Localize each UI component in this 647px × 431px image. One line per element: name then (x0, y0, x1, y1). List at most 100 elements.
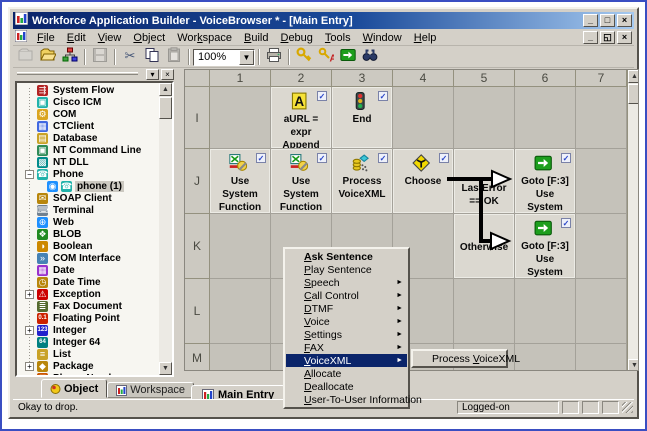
tree-scrollbar[interactable]: ▲ ▼ (159, 83, 172, 375)
open-button[interactable] (37, 48, 59, 67)
expand-expander-icon[interactable]: + (25, 326, 34, 335)
step-enabled-checkbox[interactable]: ✓ (561, 218, 571, 228)
workspace-button[interactable] (59, 48, 81, 67)
menu-file[interactable]: File (31, 31, 61, 45)
context-menu-fax[interactable]: FAX► (286, 341, 407, 354)
tree-item-integer-64[interactable]: 64Integer 64 (17, 336, 159, 348)
step-enabled-checkbox[interactable]: ✓ (256, 153, 266, 163)
tree-item-boolean[interactable]: ◑Boolean (17, 240, 159, 252)
context-menu-play-sentence[interactable]: Play Sentence (286, 263, 407, 276)
tree-item-list[interactable]: ≡List (17, 348, 159, 360)
context-menu-voice[interactable]: Voice► (286, 315, 407, 328)
tree-item-com-interface[interactable]: »COM Interface (17, 252, 159, 264)
context-menu-deallocate[interactable]: Deallocate (286, 380, 407, 393)
tree-item-soap-client[interactable]: ✉SOAP Client (17, 192, 159, 204)
menu-edit[interactable]: Edit (61, 31, 92, 45)
maximize-button[interactable]: □ (600, 14, 615, 27)
submenu-process-voicexml[interactable]: Process VoiceXML (414, 352, 505, 365)
context-menu-dtmf[interactable]: DTMF► (286, 302, 407, 315)
tree-item-nt-command-line[interactable]: ▣NT Command Line (17, 144, 159, 156)
tree-item-phone-number[interactable]: ☏Phone Number (17, 372, 159, 375)
close-button[interactable]: × (617, 14, 632, 27)
grid-scroll-up-button[interactable]: ▲ (628, 70, 639, 83)
panel-splitter[interactable] (176, 68, 184, 398)
panel-grabber[interactable]: ▾ × (15, 69, 174, 80)
tree-item-nt-dll[interactable]: ▩NT DLL (17, 156, 159, 168)
login-button[interactable]: A (315, 48, 337, 67)
context-menu-voicexml[interactable]: VoiceXML► (286, 354, 407, 367)
mdi-restore-button[interactable]: ◱ (600, 31, 615, 44)
key-button[interactable] (293, 48, 315, 67)
expand-expander-icon[interactable]: + (25, 362, 34, 371)
step-use-system-function[interactable]: ✓UseSystemFunction (210, 149, 271, 214)
step-enabled-checkbox[interactable]: ✓ (317, 153, 327, 163)
step-enabled-checkbox[interactable]: ✓ (317, 91, 327, 101)
new-button[interactable] (15, 48, 37, 67)
tree-item-integer[interactable]: +123Integer (17, 324, 159, 336)
tab-object[interactable]: Object (41, 379, 107, 398)
run-button[interactable] (337, 48, 359, 67)
collapse-expander-icon[interactable]: − (25, 170, 34, 179)
tree-scroll-thumb[interactable] (159, 97, 172, 119)
mdi-close-button[interactable]: × (617, 31, 632, 44)
tree-item-date-time[interactable]: ◷Date Time (17, 276, 159, 288)
save-button[interactable] (89, 48, 111, 67)
context-menu-allocate[interactable]: Allocate (286, 367, 407, 380)
panel-close-button[interactable]: × (161, 69, 174, 80)
step-enabled-checkbox[interactable]: ✓ (439, 153, 449, 163)
tree-item-cisco-icm[interactable]: ▣Cisco ICM (17, 96, 159, 108)
context-menu-ask-sentence[interactable]: Ask Sentence (286, 250, 407, 263)
step-choose[interactable]: ✓Choose (393, 149, 454, 214)
step-use-system-function[interactable]: ✓UseSystemFunction (271, 149, 332, 214)
paste-button[interactable] (163, 48, 185, 67)
step-enabled-checkbox[interactable]: ✓ (378, 91, 388, 101)
tree-item-database[interactable]: ▤Database (17, 132, 159, 144)
menu-debug[interactable]: Debug (274, 31, 318, 45)
tree-item-phone-1[interactable]: ◉☎phone (1) (17, 180, 159, 192)
cut-button[interactable]: ✂ (119, 48, 141, 67)
zoom-select[interactable]: 100%▼ (193, 49, 255, 66)
minimize-button[interactable]: _ (583, 14, 598, 27)
tree-item-exception[interactable]: +⚠Exception (17, 288, 159, 300)
panel-menu-button[interactable]: ▾ (146, 69, 159, 80)
print-button[interactable] (263, 48, 285, 67)
step-goto-f-3-use-system[interactable]: ✓Goto [F:3]UseSystem (515, 149, 576, 214)
tree-item-terminal[interactable]: ⌨Terminal (17, 204, 159, 216)
tree-item-ctclient[interactable]: ▦CTClient (17, 120, 159, 132)
context-menu-settings[interactable]: Settings► (286, 328, 407, 341)
step-enabled-checkbox[interactable]: ✓ (561, 153, 571, 163)
menu-object[interactable]: Object (127, 31, 171, 45)
tree-item-package[interactable]: +◆Package (17, 360, 159, 372)
step-lasterror-ok[interactable]: LastError== OK (454, 149, 515, 214)
copy-button[interactable] (141, 48, 163, 67)
tree-item-fax-document[interactable]: ≣Fax Document (17, 300, 159, 312)
grid-vscroll-thumb[interactable] (628, 84, 639, 104)
tree-item-web[interactable]: ⊕Web (17, 216, 159, 228)
expand-expander-icon[interactable]: + (25, 290, 34, 299)
context-menu-speech[interactable]: Speech► (286, 276, 407, 289)
tree-item-floating-point[interactable]: 0.1Floating Point (17, 312, 159, 324)
menu-window[interactable]: Window (357, 31, 408, 45)
tree-item-phone[interactable]: −☎Phone (17, 168, 159, 180)
menu-workspace[interactable]: Workspace (171, 31, 238, 45)
tree-item-com[interactable]: ⚙COM (17, 108, 159, 120)
mdi-minimize-button[interactable]: _ (583, 31, 598, 44)
find-button[interactable] (359, 48, 381, 67)
tree-scroll-down-button[interactable]: ▼ (159, 362, 172, 375)
step-otherwise[interactable]: Otherwise (454, 214, 515, 279)
resize-grip[interactable] (622, 402, 633, 413)
grid-scroll-down-button[interactable]: ▼ (628, 359, 639, 371)
context-menu-call-control[interactable]: Call Control► (286, 289, 407, 302)
zoom-dropdown-button[interactable]: ▼ (239, 50, 254, 65)
step-enabled-checkbox[interactable]: ✓ (378, 153, 388, 163)
menu-tools[interactable]: Tools (319, 31, 357, 45)
menu-view[interactable]: View (92, 31, 128, 45)
step-process-voicexml[interactable]: ✓ProcessVoiceXML (332, 149, 393, 214)
step-goto-f-3-use-system[interactable]: ✓Goto [F:3]UseSystem (515, 214, 576, 279)
tree-scroll-up-button[interactable]: ▲ (159, 83, 172, 96)
step-end[interactable]: ✓End (332, 87, 393, 149)
step-aurl-expr-append[interactable]: ✓AaURL =exprAppend (271, 87, 332, 149)
context-menu-user-to-user-information[interactable]: User-To-User Information (286, 393, 407, 406)
menu-help[interactable]: Help (408, 31, 443, 45)
tree-item-date[interactable]: ▦Date (17, 264, 159, 276)
